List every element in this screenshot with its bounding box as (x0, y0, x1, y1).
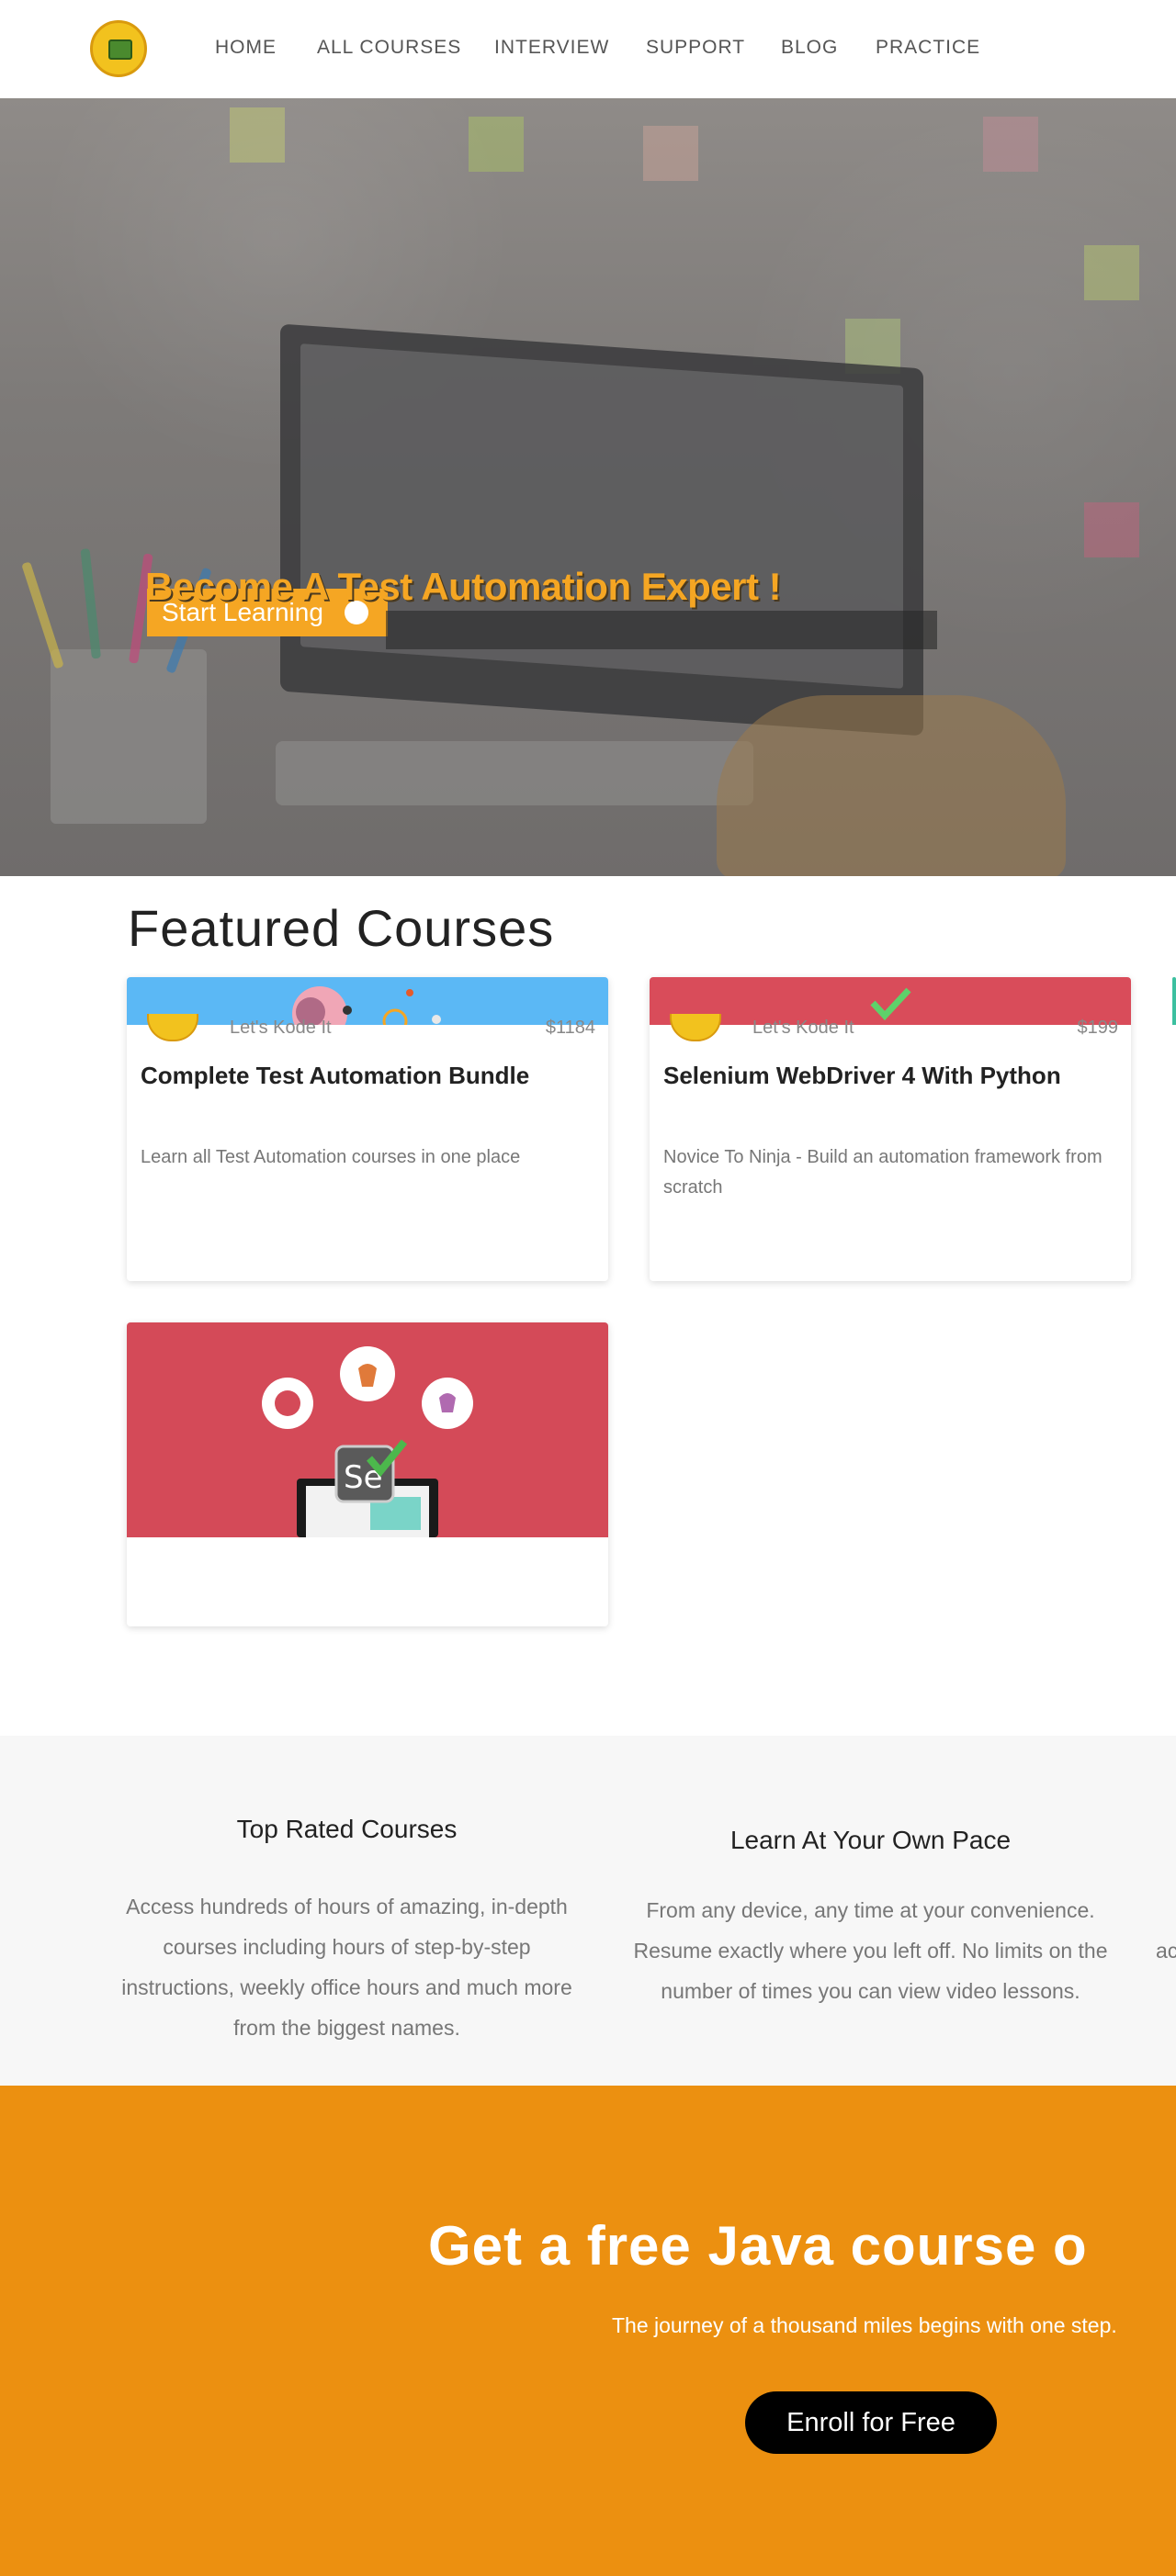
logo-laptop-icon (108, 39, 132, 60)
pencil-cup-image (51, 649, 207, 824)
course-author: Let's Kode It (752, 1018, 854, 1038)
hero-title: Become A Test Automation Expert ! (145, 565, 782, 608)
course-title[interactable]: Complete Test Automation Bundle (141, 1062, 529, 1090)
cta-title: Get a free Java course o (428, 2215, 1088, 2277)
course-card[interactable]: Let's Kode It $1184 Complete Test Automa… (127, 977, 608, 1281)
course-title[interactable]: Selenium WebDriver 4 With Python (663, 1062, 1061, 1090)
sticky-note (1084, 502, 1139, 557)
nav-item-practice[interactable]: PRACTICE (876, 37, 980, 59)
hand-image (717, 695, 1066, 876)
monitor-image (280, 323, 923, 737)
top-navigation: HOME ALL COURSES INTERVIEW SUPPORT BLOG … (0, 0, 1176, 98)
course-thumbnail (127, 977, 608, 1025)
featured-courses-heading: Featured Courses (128, 899, 555, 957)
enroll-for-free-button[interactable]: Enroll for Free (745, 2391, 997, 2454)
course-description: Learn all Test Automation courses in one… (141, 1147, 521, 1167)
course-thumbnail (1172, 977, 1176, 1025)
hero-text-bar (386, 611, 937, 649)
course-thumbnail: Se (127, 1322, 608, 1537)
feature-text-partial: ac (1156, 1939, 1176, 1963)
nav-item-support[interactable]: SUPPORT (646, 37, 745, 59)
feature-text: Access hundreds of hours of amazing, in-… (121, 1895, 572, 2040)
sticky-note (643, 126, 698, 181)
course-card[interactable]: Se (127, 1322, 608, 1626)
nav-item-interview[interactable]: INTERVIEW (494, 37, 609, 59)
course-card[interactable]: Let's Kode It $199 Selenium WebDriver 4 … (650, 977, 1131, 1281)
sticky-note (1084, 245, 1139, 300)
nav-item-all-courses[interactable]: ALL COURSES (317, 37, 461, 59)
letskodeit-logo-icon[interactable] (90, 20, 147, 77)
course-card-partial (1172, 977, 1176, 1281)
course-price: $1184 (545, 1018, 595, 1038)
course-author: Let's Kode It (230, 1018, 332, 1038)
feature-title: Top Rated Courses (236, 1815, 458, 1843)
cta-subtitle: The journey of a thousand miles begins w… (612, 2313, 1117, 2337)
author-avatar (147, 1014, 198, 1041)
features-section: Top Rated Courses Access hundreds of hou… (0, 1736, 1176, 2086)
hero-banner: Start Learning Become A Test Automation … (0, 98, 1176, 876)
feature-text: From any device, any time at your conven… (633, 1898, 1108, 2003)
enroll-button-label: Enroll for Free (786, 2408, 956, 2437)
nav-item-home[interactable]: HOME (215, 37, 277, 59)
feature-title: Learn At Your Own Pace (729, 1826, 1012, 1854)
course-price: $199 (1077, 1018, 1119, 1038)
sticky-note (983, 117, 1038, 172)
sticky-note (230, 107, 285, 163)
course-description: Novice To Ninja - Build an automation fr… (663, 1147, 1102, 1198)
sticky-note (469, 117, 524, 172)
free-course-banner: Get a free Java course o The journey of … (0, 2086, 1176, 2576)
course-thumbnail (650, 977, 1131, 1025)
author-avatar (670, 1014, 721, 1041)
keyboard-image (276, 741, 753, 805)
nav-item-blog[interactable]: BLOG (781, 37, 838, 59)
